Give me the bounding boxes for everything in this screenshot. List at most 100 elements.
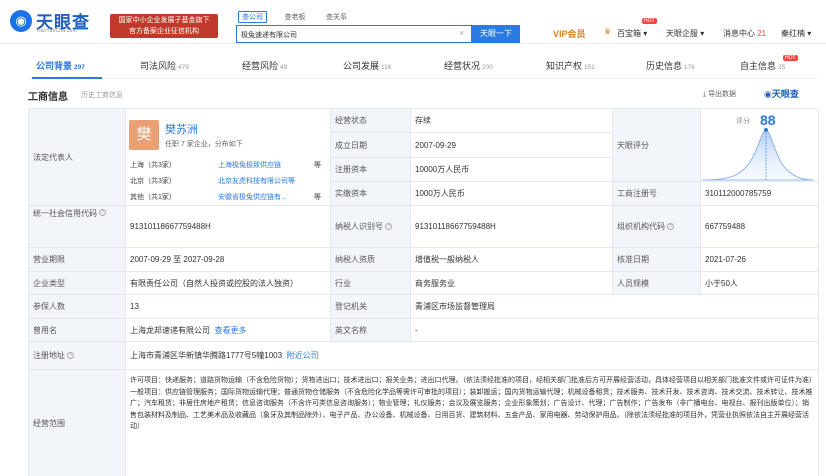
value-english-name: -	[411, 319, 819, 342]
score-distribution-curve	[701, 128, 815, 181]
value-credit-code: 91310118667759488H	[126, 206, 331, 248]
label-staff-scale: 人员规模	[613, 272, 701, 295]
label-paid-capital: 实缴资本	[331, 182, 411, 206]
value-founded: 2007-09-29	[411, 133, 613, 158]
tab-company-development[interactable]: 公司发展 116	[343, 59, 391, 72]
value-company-type: 有限责任公司（自然人投资或控股的法人独资）	[126, 272, 331, 295]
section-title: 工商信息	[28, 92, 68, 103]
tab-business-status[interactable]: 经营状况 200	[444, 59, 493, 72]
export-button[interactable]: ⤓ 导出数据	[703, 89, 736, 99]
label-former-name: 曾用名	[29, 319, 126, 342]
label-reg-no: 工商注册号	[613, 182, 701, 206]
value-former-name: 上海龙邦速递有限公司 查看更多	[126, 319, 331, 342]
label-address: 注册地址?	[29, 342, 126, 370]
search-tab-company[interactable]: 查公司	[238, 11, 267, 23]
search-button[interactable]: 天眼一下	[472, 25, 520, 43]
label-founded: 成立日期	[331, 133, 411, 158]
label-legal-rep: 法定代表人	[29, 109, 126, 206]
value-paid-capital: 1000万人民币	[411, 182, 613, 206]
value-capital: 10000万人民币	[411, 158, 613, 182]
view-more-link[interactable]: 查看更多	[214, 325, 246, 336]
search-box: ×	[236, 25, 472, 43]
label-business-scope: 经营范围	[29, 370, 126, 476]
search-type-tabs: 查公司 查老板 查关系	[238, 11, 362, 23]
avatar[interactable]: 樊	[129, 120, 159, 150]
tab-intellectual-property[interactable]: 知识产权 151	[546, 59, 595, 72]
nearby-companies-link[interactable]: 附近公司	[287, 350, 319, 361]
legal-rep-name[interactable]: 樊苏洲	[165, 121, 198, 137]
search-tab-relation[interactable]: 查关系	[323, 12, 350, 22]
crown-icon: ♛	[604, 27, 612, 36]
vip-link[interactable]: VIP会员	[553, 27, 586, 40]
rep-region: 上海（共3家）	[130, 162, 176, 169]
search-input[interactable]	[241, 29, 451, 41]
active-tab-underline	[32, 77, 102, 79]
nav-toolbox[interactable]: 百宝箱 ▾	[617, 28, 647, 39]
chevron-down-icon: ▾	[643, 29, 648, 38]
nav-user[interactable]: 秦红楠 ▾	[781, 28, 811, 39]
value-staff-scale: 小于50人	[701, 272, 819, 295]
brand-watermark: ◉天眼查	[764, 89, 799, 99]
rep-company-link[interactable]: 北京友虎科技有限公司等	[218, 176, 295, 186]
label-approve-date: 核准日期	[613, 248, 701, 272]
value-address: 上海市青浦区华新镇华腾路1777号5幢1003 附近公司	[126, 342, 819, 370]
label-insured: 参保人数	[29, 295, 126, 319]
value-taxpayer-id: 91310118667759488H	[411, 206, 613, 248]
rep-suffix: 等	[314, 162, 321, 169]
label-english-name: 英文名称	[331, 319, 411, 342]
help-icon[interactable]: ?	[385, 223, 392, 230]
legal-rep-desc: 任职 7 家企业，分布如下	[165, 141, 243, 148]
tianyancha-logo[interactable]: ◉ 天眼查 TianYanCha.com	[10, 8, 102, 38]
hot-badge-tab: HOT	[783, 55, 798, 61]
label-taxpayer-id: 纳税人识别号?	[331, 206, 411, 248]
logo-subtext: TianYanCha.com	[36, 28, 77, 34]
label-company-type: 企业类型	[29, 272, 126, 295]
tab-judicial-risk[interactable]: 司法风险 479	[140, 59, 189, 72]
download-icon: ⤓	[703, 91, 707, 98]
label-status: 经营状态	[331, 109, 411, 133]
label-org-code: 组织机构代码?	[613, 206, 701, 248]
nav-enterprise-service[interactable]: 天眼企服 ▾	[666, 28, 704, 39]
message-count: 21	[757, 29, 767, 38]
hot-badge: HOT	[642, 18, 657, 24]
help-icon[interactable]: ?	[667, 223, 674, 230]
company-section-tabs: 公司背景 297 司法风险 479 经营风险 49 公司发展 116 经营状况 200 知…	[28, 57, 818, 79]
tab-business-risk[interactable]: 经营风险 49	[242, 59, 287, 72]
logo-eye-icon: ◉	[764, 89, 772, 99]
chevron-down-icon: ▾	[807, 29, 812, 38]
rep-region: 其他（共1家）	[130, 194, 176, 201]
value-authority: 青浦区市场监督管理局	[411, 295, 819, 319]
tab-history-info[interactable]: 历史信息 176	[646, 59, 695, 72]
value-business-scope: 许可项目：快递服务；道路货物运输（不含危险货物）；货物进出口；技术进出口；报关业…	[126, 370, 819, 476]
value-taxpayer-qual: 增值税一般纳税人	[411, 248, 613, 272]
top-header: ◉ 天眼查 TianYanCha.com 国家中小企业发展子基金旗下 官方备案企…	[0, 0, 826, 44]
value-insured: 13	[126, 295, 331, 319]
rep-suffix: 等	[314, 194, 321, 201]
chevron-down-icon: ▾	[700, 29, 705, 38]
search-tab-boss[interactable]: 查老板	[282, 12, 309, 22]
history-link[interactable]: 历史工商信息	[81, 90, 123, 100]
help-icon[interactable]: ?	[99, 209, 106, 216]
label-industry: 行业	[331, 272, 411, 295]
nav-message-center[interactable]: 消息中心 21	[723, 28, 766, 39]
logo-eye-icon: ◉	[10, 10, 32, 32]
value-status: 存续	[411, 109, 613, 133]
label-score: 天眼评分	[613, 109, 701, 182]
tab-company-background[interactable]: 公司背景 297	[36, 59, 85, 72]
label-term: 营业期限	[29, 248, 126, 272]
score-chart: 评分 88	[700, 110, 816, 207]
help-icon[interactable]: ?	[67, 352, 74, 359]
value-approve-date: 2021-07-26	[701, 248, 819, 272]
label-capital: 注册资本	[331, 158, 411, 182]
clear-icon[interactable]: ×	[459, 28, 464, 38]
rep-company-link[interactable]: 上海极兔极致供应链	[218, 160, 281, 170]
label-taxpayer-qual: 纳税人资质	[331, 248, 411, 272]
value-industry: 商务服务业	[411, 272, 613, 295]
rep-company-link[interactable]: 安徽省极兔供应链有...	[218, 192, 287, 202]
value-term: 2007-09-29 至 2027-09-28	[126, 248, 331, 272]
official-banner: 国家中小企业发展子基金旗下 官方备案企业征信机构	[110, 14, 218, 38]
value-org-code: 667759488	[701, 206, 819, 248]
rep-region: 北京（共3家）	[130, 178, 176, 185]
tab-self-info[interactable]: 自主信息 25	[740, 59, 785, 72]
label-credit-code: 统一社会信用代码?	[29, 206, 126, 248]
